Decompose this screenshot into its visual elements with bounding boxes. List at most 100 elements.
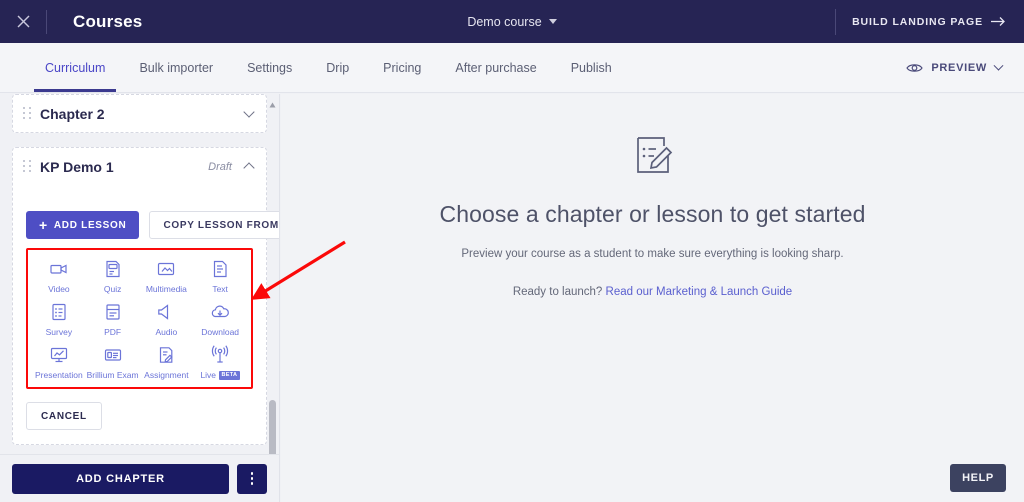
help-button[interactable]: HELP <box>950 464 1006 492</box>
lesson-type-label: Audio <box>155 327 178 337</box>
launch-prefix: Ready to launch? <box>512 286 606 298</box>
preview-button[interactable]: PREVIEW <box>906 43 1004 93</box>
add-chapter-button[interactable]: ADD CHAPTER <box>12 463 229 494</box>
tab-publish[interactable]: Publish <box>554 43 629 92</box>
copy-lesson-label: COPY LESSON FROM <box>163 219 279 231</box>
tab-curriculum[interactable]: Curriculum <box>28 43 122 92</box>
sidebar-scrollbar[interactable] <box>269 94 276 502</box>
arrow-right-icon <box>991 17 1005 26</box>
chevron-down-icon[interactable] <box>243 105 255 118</box>
tab-label: Curriculum <box>45 60 106 75</box>
lesson-type-grid: Video Quiz Multimedia Text Survey PDF Au… <box>32 259 247 380</box>
topbar-divider <box>46 9 47 34</box>
eye-icon <box>906 64 924 72</box>
lesson-type-audio[interactable]: Audio <box>140 302 194 337</box>
lesson-type-label: Brillium Exam <box>86 370 139 380</box>
add-chapter-label: ADD CHAPTER <box>76 472 165 485</box>
close-icon[interactable] <box>0 0 46 43</box>
tab-bulk-importer[interactable]: Bulk importer <box>122 43 230 92</box>
lesson-type-label: Video <box>48 284 70 294</box>
curriculum-sidebar: Chapter 2 KP Demo 1 Draft + ADD LESSON C… <box>0 94 280 502</box>
topbar-right: BUILD LANDING PAGE <box>835 0 1024 43</box>
empty-state-launch: Ready to launch? Read our Marketing & La… <box>513 286 792 298</box>
tab-label: Drip <box>326 60 350 75</box>
more-options-button[interactable] <box>237 463 267 494</box>
tab-drip[interactable]: Drip <box>309 43 366 92</box>
lesson-type-multimedia[interactable]: Multimedia <box>140 259 194 294</box>
tab-after-purchase[interactable]: After purchase <box>438 43 553 92</box>
scroll-up-arrow-icon[interactable] <box>269 96 276 108</box>
lesson-group-card: KP Demo 1 Draft + ADD LESSON COPY LESSON… <box>12 147 279 445</box>
lesson-type-label: Presentation <box>35 370 83 380</box>
course-selector[interactable]: Demo course <box>467 14 557 29</box>
lesson-type-pdf[interactable]: PDF <box>86 302 140 337</box>
nav-tabs: Curriculum Bulk importer Settings Drip P… <box>28 43 629 92</box>
lesson-type-survey[interactable]: Survey <box>32 302 86 337</box>
page-title: Courses <box>73 11 143 31</box>
live-label: Live <box>200 370 217 380</box>
build-landing-page-label: BUILD LANDING PAGE <box>852 15 983 28</box>
sidebar-footer: ADD CHAPTER <box>0 454 279 502</box>
lesson-action-buttons: + ADD LESSON COPY LESSON FROM <box>26 211 279 239</box>
pdf-icon <box>103 302 123 322</box>
chapter-card[interactable]: Chapter 2 <box>12 94 267 133</box>
brillium-exam-icon <box>103 345 123 365</box>
tab-label: Publish <box>570 60 612 75</box>
drag-handle-icon[interactable] <box>23 107 32 120</box>
top-bar: Courses Demo course BUILD LANDING PAGE <box>0 0 1024 43</box>
help-label: HELP <box>962 472 994 484</box>
lesson-type-label: Download <box>201 327 240 337</box>
tab-label: Bulk importer <box>139 60 214 75</box>
empty-state-title: Choose a chapter or lesson to get starte… <box>439 201 866 227</box>
lesson-group-title: KP Demo 1 <box>40 158 114 175</box>
lesson-type-live[interactable]: Live BETA <box>193 345 247 380</box>
lesson-type-label: Live BETA <box>200 370 240 380</box>
add-lesson-button[interactable]: + ADD LESSON <box>26 211 140 239</box>
sidebar-scroll-area: Chapter 2 KP Demo 1 Draft + ADD LESSON C… <box>0 94 279 454</box>
chapter-title: Chapter 2 <box>40 105 105 122</box>
marketing-launch-guide-link[interactable]: Read our Marketing & Launch Guide <box>606 286 793 298</box>
main-empty-state: Choose a chapter or lesson to get starte… <box>281 94 1024 502</box>
tab-settings[interactable]: Settings <box>230 43 309 92</box>
lesson-type-label: Multimedia <box>145 284 187 294</box>
lesson-type-label: Quiz <box>103 284 122 294</box>
lesson-type-label: Text <box>212 284 228 294</box>
chapter-card-header[interactable]: Chapter 2 <box>13 95 266 132</box>
lesson-type-label: Assignment <box>144 370 189 380</box>
build-landing-page-button[interactable]: BUILD LANDING PAGE <box>852 16 1024 28</box>
add-lesson-label: ADD LESSON <box>53 219 127 231</box>
cancel-row: CANCEL <box>26 402 253 430</box>
presentation-icon <box>49 345 69 365</box>
cancel-button[interactable]: CANCEL <box>26 402 102 430</box>
tab-pricing[interactable]: Pricing <box>366 43 438 92</box>
lesson-type-quiz[interactable]: Quiz <box>86 259 140 294</box>
text-icon <box>210 259 230 279</box>
lesson-type-download[interactable]: Download <box>193 302 247 337</box>
lesson-group-header[interactable]: KP Demo 1 Draft <box>13 148 266 185</box>
nav-tabs-bar: Curriculum Bulk importer Settings Drip P… <box>0 43 1024 93</box>
chevron-up-icon[interactable] <box>243 162 255 174</box>
video-icon <box>49 259 69 279</box>
plus-icon: + <box>39 217 48 233</box>
empty-state-subtitle: Preview your course as a student to make… <box>461 248 844 260</box>
lesson-type-label: PDF <box>104 327 122 337</box>
lesson-panel: + ADD LESSON COPY LESSON FROM Video Quiz… <box>13 211 279 444</box>
topbar-right-divider <box>835 8 837 35</box>
survey-icon <box>49 302 69 322</box>
quiz-icon <box>103 259 123 279</box>
drag-handle-icon[interactable] <box>23 160 32 173</box>
tab-label: Settings <box>247 60 293 75</box>
audio-icon <box>156 302 176 322</box>
lesson-type-brillium-exam[interactable]: Brillium Exam <box>86 345 140 380</box>
preview-label: PREVIEW <box>931 62 987 74</box>
lesson-type-label: Survey <box>45 327 73 337</box>
lesson-type-text[interactable]: Text <box>193 259 247 294</box>
note-edit-icon <box>630 132 676 183</box>
lesson-type-assignment[interactable]: Assignment <box>140 345 194 380</box>
live-icon <box>210 345 230 365</box>
copy-lesson-from-button[interactable]: COPY LESSON FROM <box>149 211 279 239</box>
lesson-type-presentation[interactable]: Presentation <box>32 345 86 380</box>
lesson-type-video[interactable]: Video <box>32 259 86 294</box>
course-name: Demo course <box>467 14 542 29</box>
assignment-icon <box>156 345 176 365</box>
